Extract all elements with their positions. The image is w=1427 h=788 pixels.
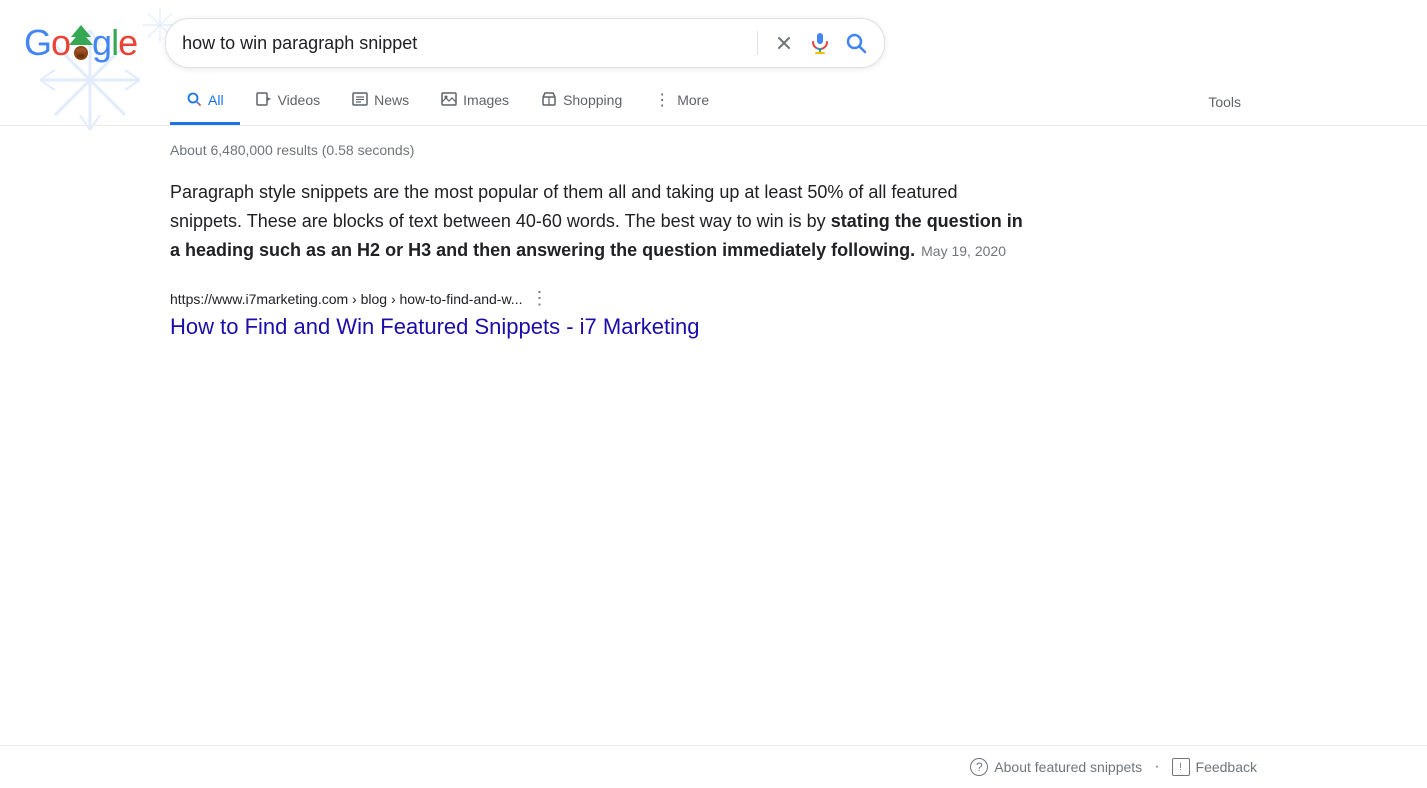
tab-videos[interactable]: Videos: [240, 80, 337, 124]
search-bar-container: how to win paragraph snippet: [165, 18, 885, 68]
tab-more[interactable]: ⋮ More: [638, 78, 725, 125]
shopping-tab-icon: [541, 91, 557, 110]
tab-videos-label: Videos: [278, 92, 321, 108]
tab-all[interactable]: All: [170, 79, 240, 125]
google-logo[interactable]: G o g: [24, 22, 137, 64]
tab-news-label: News: [374, 92, 409, 108]
tab-images-label: Images: [463, 92, 509, 108]
search-button[interactable]: [844, 31, 868, 55]
tab-more-label: More: [677, 92, 709, 108]
tab-shopping[interactable]: Shopping: [525, 79, 638, 125]
dot-separator: ·: [1154, 758, 1159, 776]
mic-icon[interactable]: [808, 31, 832, 55]
result-options-icon[interactable]: ⋮: [530, 288, 548, 309]
more-tab-icon: ⋮: [654, 90, 671, 110]
tab-news[interactable]: News: [336, 80, 425, 124]
featured-snippet: Paragraph style snippets are the most po…: [170, 178, 1030, 264]
bottom-bar: ? About featured snippets · ! Feedback: [0, 745, 1427, 788]
snippet-date: May 19, 2020: [921, 243, 1006, 259]
feedback-button[interactable]: ! Feedback: [1172, 758, 1257, 776]
video-tab-icon: [256, 92, 272, 109]
pine-cone-svg: [67, 25, 95, 61]
logo-letter-g: G: [24, 22, 51, 64]
search-icon-svg: [844, 31, 868, 55]
tab-shopping-label: Shopping: [563, 92, 622, 108]
x-icon-svg: [774, 33, 794, 53]
search-input[interactable]: how to win paragraph snippet: [182, 33, 745, 54]
tools-button[interactable]: Tools: [1192, 82, 1257, 122]
tools-label: Tools: [1208, 94, 1241, 110]
snippet-text: Paragraph style snippets are the most po…: [170, 178, 1030, 264]
results-area: About 6,480,000 results (0.58 seconds) P…: [0, 126, 1427, 362]
nav-tabs: All Videos News: [0, 78, 1427, 126]
search-divider: [757, 31, 758, 55]
logo-letter-l: l: [111, 22, 118, 64]
search-bar: how to win paragraph snippet: [165, 18, 885, 68]
logo-letter-e: e: [118, 22, 137, 64]
about-featured-snippets-button[interactable]: ? About featured snippets: [970, 758, 1142, 776]
question-circle-icon: ?: [970, 758, 988, 776]
about-snippets-label: About featured snippets: [994, 759, 1142, 775]
feedback-label: Feedback: [1196, 759, 1257, 775]
search-result: https://www.i7marketing.com › blog › how…: [170, 288, 1030, 342]
search-tab-icon: [186, 91, 202, 110]
mic-svg: [808, 31, 832, 55]
header: G o g: [0, 0, 1427, 78]
news-tab-icon: [352, 92, 368, 109]
tab-images[interactable]: Images: [425, 80, 525, 124]
result-title-link[interactable]: How to Find and Win Featured Snippets - …: [170, 314, 699, 339]
feedback-icon: !: [1172, 758, 1190, 776]
logo-pine-decoration: [67, 25, 95, 61]
images-tab-icon: [441, 92, 457, 109]
tab-all-label: All: [208, 92, 224, 108]
result-url-row: https://www.i7marketing.com › blog › how…: [170, 288, 1030, 309]
results-count: About 6,480,000 results (0.58 seconds): [170, 142, 1257, 158]
result-url: https://www.i7marketing.com › blog › how…: [170, 291, 522, 307]
clear-icon[interactable]: [770, 29, 798, 57]
